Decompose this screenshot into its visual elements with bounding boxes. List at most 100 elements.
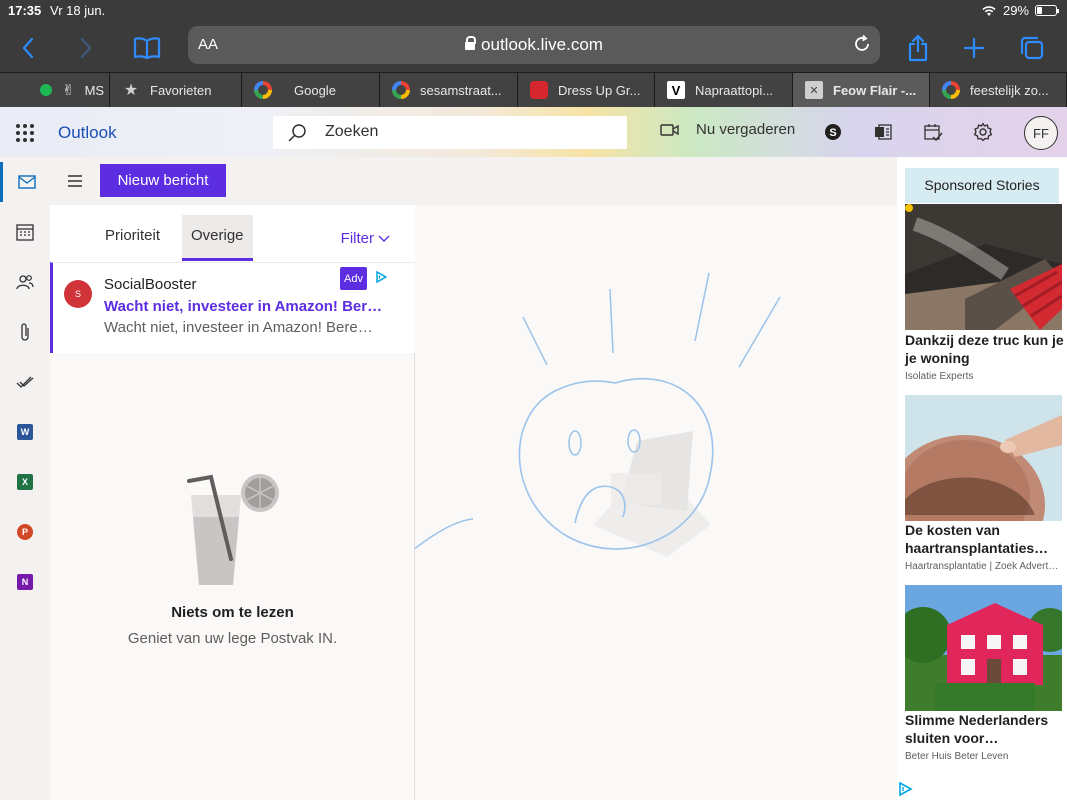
app-rail: W X P N <box>0 157 50 800</box>
ad-image-hair[interactable] <box>905 395 1062 521</box>
powerpoint-icon: P <box>17 524 33 540</box>
word-icon: W <box>17 424 33 440</box>
mail-icon <box>17 175 36 189</box>
tab-prioriteit[interactable]: Prioriteit <box>105 227 160 244</box>
adchoices-icon[interactable] <box>897 781 913 797</box>
reload-button[interactable] <box>852 34 872 59</box>
office-feed-button[interactable] <box>872 121 894 143</box>
url-label: outlook.live.com <box>481 35 603 54</box>
my-day-button[interactable] <box>922 121 944 143</box>
tab-feestelijk[interactable]: feestelijk zo... <box>930 73 1067 107</box>
back-button[interactable] <box>10 30 46 66</box>
battery-percent: 29% <box>1002 3 1029 18</box>
video-camera-icon <box>660 123 679 136</box>
skype-button[interactable]: S <box>822 121 844 143</box>
meet-now-label: Nu vergaderen <box>696 121 796 138</box>
meet-now-button[interactable]: Nu vergaderen <box>660 121 795 138</box>
ad-image-insulation[interactable] <box>905 204 1062 330</box>
tabs-overview-button[interactable] <box>1014 30 1050 66</box>
rail-item-people[interactable] <box>0 262 50 302</box>
account-avatar[interactable]: FF <box>1024 116 1058 150</box>
tab-label: Feow Flair -... <box>833 82 917 98</box>
new-message-button[interactable]: Nieuw bericht <box>100 164 226 197</box>
app-name[interactable]: Outlook <box>58 123 117 143</box>
settings-button[interactable] <box>972 121 994 143</box>
status-time: 17:35 <box>8 3 42 18</box>
address-bar[interactable]: AA outlook.live.com <box>188 26 880 64</box>
ad-title[interactable]: Slimme Nederlanders sluiten voor… <box>905 711 1065 747</box>
ad-title[interactable]: Dankzij deze truc kun je je woning <box>905 331 1065 367</box>
filter-button[interactable]: Filter <box>341 230 390 247</box>
list-item[interactable]: S SocialBooster Wacht niet, investeer in… <box>50 262 415 353</box>
tab-label: feestelijk zo... <box>970 82 1049 98</box>
elmo-icon <box>530 81 548 99</box>
message-preview: Wacht niet, investeer in Amazon! Berek..… <box>104 319 374 336</box>
paperclip-icon <box>21 323 29 341</box>
tab-label: Favorieten <box>150 82 212 98</box>
tab-dress-up[interactable]: Dress Up Gr... <box>518 73 655 107</box>
browser-toolbar: AA outlook.live.com <box>0 24 1067 72</box>
google-icon <box>392 81 410 99</box>
calendar-icon <box>16 224 34 241</box>
book-icon <box>133 37 161 60</box>
svg-text:S: S <box>829 127 836 139</box>
rail-item-todo[interactable] <box>0 362 50 402</box>
ad-badge: Adv <box>340 267 367 290</box>
battery-icon <box>1035 5 1059 16</box>
tab-google[interactable]: Google <box>242 73 380 107</box>
double-check-icon <box>16 376 34 388</box>
tab-bar: ✌ MS ★ Favorieten Google sesamstraat... … <box>0 72 1067 107</box>
rail-item-powerpoint[interactable]: P <box>0 512 50 552</box>
star-icon: ★ <box>123 82 139 99</box>
ad-title[interactable]: De kosten van haartransplantaties… <box>905 521 1065 557</box>
rail-item-excel[interactable]: X <box>0 462 50 502</box>
search-box[interactable] <box>273 116 627 149</box>
rail-item-calendar[interactable] <box>0 212 50 252</box>
lock-icon <box>465 36 477 50</box>
v-icon: V <box>667 81 685 99</box>
tab-label: Dress Up Gr... <box>558 82 641 98</box>
bookmarks-button[interactable] <box>129 30 165 66</box>
chevron-left-icon <box>22 37 34 59</box>
tab-napraattopi[interactable]: V Napraattopi... <box>655 73 793 107</box>
rail-item-files[interactable] <box>0 312 50 352</box>
calendar-check-icon <box>924 124 943 142</box>
reading-pane <box>415 205 897 800</box>
gear-icon <box>973 122 993 142</box>
share-button[interactable] <box>900 30 936 66</box>
empty-state-title: Niets om te lezen <box>171 604 294 621</box>
rail-item-mail[interactable] <box>0 162 50 202</box>
chevron-down-icon <box>378 235 390 242</box>
close-tab-icon[interactable]: ✕ <box>805 81 823 99</box>
rail-item-onenote[interactable]: N <box>0 562 50 602</box>
adchoices-icon[interactable] <box>375 271 387 283</box>
search-input[interactable] <box>325 122 605 142</box>
url-text: outlook.live.com <box>188 35 880 55</box>
sender-name: SocialBooster <box>104 276 197 293</box>
tab-overige[interactable]: Overige <box>182 215 253 261</box>
tab-sesamstraat[interactable]: sesamstraat... <box>380 73 518 107</box>
excel-icon: X <box>17 474 33 490</box>
forward-button[interactable] <box>68 30 104 66</box>
ad-image-house[interactable] <box>905 585 1062 711</box>
new-tab-button[interactable] <box>956 30 992 66</box>
ad-photo <box>905 585 1062 711</box>
sponsored-title: Sponsored Stories <box>905 168 1059 203</box>
ms-logo-icon: ✌ <box>62 82 75 99</box>
tab-feow-flair[interactable]: ✕ Feow Flair -... <box>793 73 930 107</box>
rail-item-word[interactable]: W <box>0 412 50 452</box>
inbox-tabs: Prioriteit Overige Filter <box>50 205 415 262</box>
tab-favorieten[interactable]: ★ Favorieten <box>110 73 242 107</box>
ad-source: Beter Huis Beter Leven <box>905 751 1009 762</box>
people-icon <box>16 275 34 290</box>
app-launcher-icon[interactable] <box>16 124 34 142</box>
ad-source: Isolatie Experts <box>905 371 974 382</box>
tab-label: sesamstraat... <box>420 82 502 98</box>
tab-ms[interactable]: ✌ MS <box>0 73 110 107</box>
google-icon <box>254 81 272 99</box>
tab-label: Google <box>294 82 336 98</box>
menu-toggle-button[interactable] <box>66 174 84 193</box>
empty-glass-icon <box>187 474 279 585</box>
outlook-header: Outlook Nu vergaderen S <box>0 107 1067 157</box>
status-date: Vr 18 jun. <box>50 3 106 18</box>
